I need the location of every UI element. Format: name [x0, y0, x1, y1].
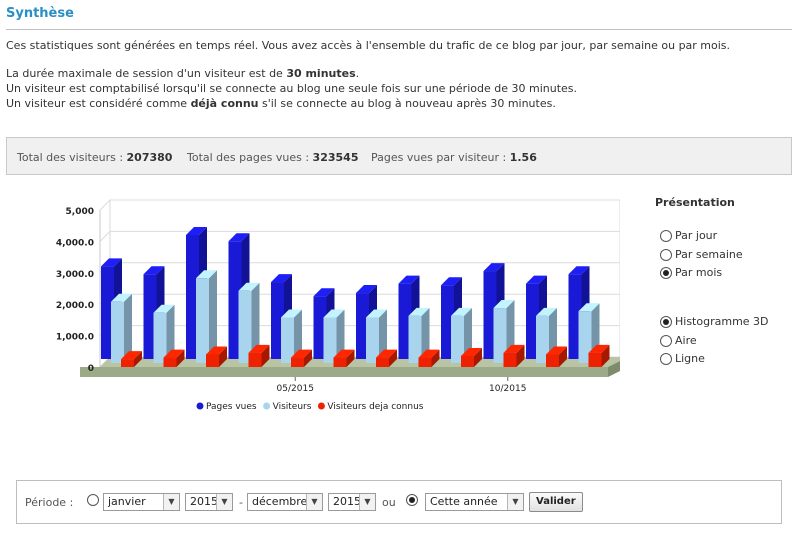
radio-ligne[interactable] — [660, 352, 672, 365]
option-par-mois[interactable]: Par mois — [660, 266, 722, 279]
bar-visiteurs-deja-connus — [121, 359, 134, 367]
legend-marker — [263, 402, 271, 410]
bar-visiteurs-deja-connus — [588, 352, 602, 367]
bar-visiteurs — [196, 278, 209, 363]
bar-visiteurs-deja-connus — [503, 352, 517, 367]
option-histogramme-3d[interactable]: Histogramme 3D — [660, 315, 769, 328]
chevron-down-icon: ▼ — [216, 494, 232, 510]
bar-visiteurs — [323, 317, 337, 363]
chevron-down-icon: ▼ — [163, 494, 179, 510]
bar-visiteurs-deja-connus — [291, 357, 304, 367]
chevron-down-icon: ▼ — [359, 494, 375, 510]
option-aire[interactable]: Aire — [660, 334, 697, 347]
gridline-diag — [99, 231, 111, 242]
radio-par-semaine[interactable] — [660, 248, 672, 261]
legend-marker — [196, 402, 204, 410]
from-month-select[interactable]: janvier ▼ — [103, 493, 180, 511]
traffic-chart: 0 1,000.0 2,000.0 3,000.0 4,000.0 5,000 05/201… — [56, 199, 620, 412]
total-page-views: Total des pages vues : 323545 — [187, 151, 359, 164]
bar-visiteurs-deja-connus — [333, 357, 347, 367]
y-tick-label: 4,000.0 — [56, 238, 94, 248]
intro-line-4: Un visiteur est considéré comme déjà con… — [6, 97, 556, 110]
bar-visiteurs — [111, 301, 124, 363]
bar-visiteurs — [366, 317, 379, 363]
bar-visiteurs-deja-connus — [376, 357, 389, 367]
legend-label: Visiteurs — [273, 402, 312, 412]
bar-visiteurs — [281, 317, 294, 363]
radio-preset-range[interactable] — [406, 494, 418, 506]
y-tick-label: 0 — [88, 364, 94, 374]
option-par-jour[interactable]: Par jour — [660, 229, 717, 242]
legend-marker — [317, 402, 325, 410]
or-label: ou — [382, 496, 396, 509]
bar-visiteurs-deja-connus — [163, 357, 177, 367]
preset-range-select[interactable]: Cette année ▼ — [425, 493, 524, 511]
radio-custom-range[interactable] — [87, 494, 99, 506]
section-title: Synthèse — [6, 6, 74, 21]
bar-visiteurs-deja-connus — [248, 352, 262, 367]
x-tick-label: 05/2015 — [277, 384, 314, 394]
intro-line-1: Ces statistiques sont générées en temps … — [6, 39, 731, 52]
chevron-down-icon: ▼ — [507, 494, 523, 510]
valider-button[interactable]: Valider — [529, 492, 583, 512]
legend-label: Visiteurs deja connus — [327, 402, 423, 412]
y-tick-label: 3,000.0 — [56, 270, 94, 280]
range-dash: - — [239, 496, 243, 509]
presentation-title: Présentation — [655, 196, 735, 209]
title-divider — [6, 29, 792, 30]
bar-visiteurs-deja-connus — [418, 357, 432, 367]
bar-visiteurs-deja-connus — [206, 354, 219, 367]
pages-per-visitor: Pages vues par visiteur : 1.56 — [371, 151, 537, 164]
option-ligne[interactable]: Ligne — [660, 352, 705, 365]
gridline-diag — [99, 199, 111, 211]
to-year-select[interactable]: 2015 ▼ — [328, 493, 376, 511]
bar-visiteurs-deja-connus — [461, 356, 474, 367]
y-tick-label: 5,000 — [66, 207, 94, 217]
y-tick-label: 2,000.0 — [56, 301, 94, 311]
intro-line-2: La durée maximale de session d'un visite… — [6, 67, 360, 80]
radio-aire[interactable] — [660, 334, 672, 347]
x-tick-label: 10/2015 — [489, 384, 526, 394]
y-tick-label: 1,000.0 — [56, 333, 94, 343]
radio-histogramme-3d[interactable] — [660, 315, 672, 328]
total-visitors: Total des visiteurs : 207380 — [17, 151, 173, 164]
chevron-down-icon: ▼ — [306, 494, 322, 510]
bar-visiteurs — [408, 315, 422, 363]
radio-par-mois[interactable] — [660, 266, 672, 279]
from-year-select[interactable]: 2015 ▼ — [185, 493, 233, 511]
stats-summary-box: Total des visiteurs : 207380 Total des p… — [6, 137, 792, 175]
bar-visiteurs-deja-connus — [546, 354, 559, 367]
bar-visiteurs — [153, 312, 167, 363]
to-month-select[interactable]: décembre ▼ — [247, 493, 323, 511]
option-par-semaine[interactable]: Par semaine — [660, 248, 743, 261]
intro-line-3: Un visiteur est comptabilisé lorsqu'il s… — [6, 82, 578, 95]
period-filter-box: Période : janvier ▼ 2015 ▼ - décembre ▼ 201… — [16, 480, 782, 524]
radio-par-jour[interactable] — [660, 229, 672, 242]
chart-floor-front — [80, 367, 608, 377]
period-label: Période : — [25, 496, 74, 509]
legend-label: Pages vues — [206, 402, 257, 412]
